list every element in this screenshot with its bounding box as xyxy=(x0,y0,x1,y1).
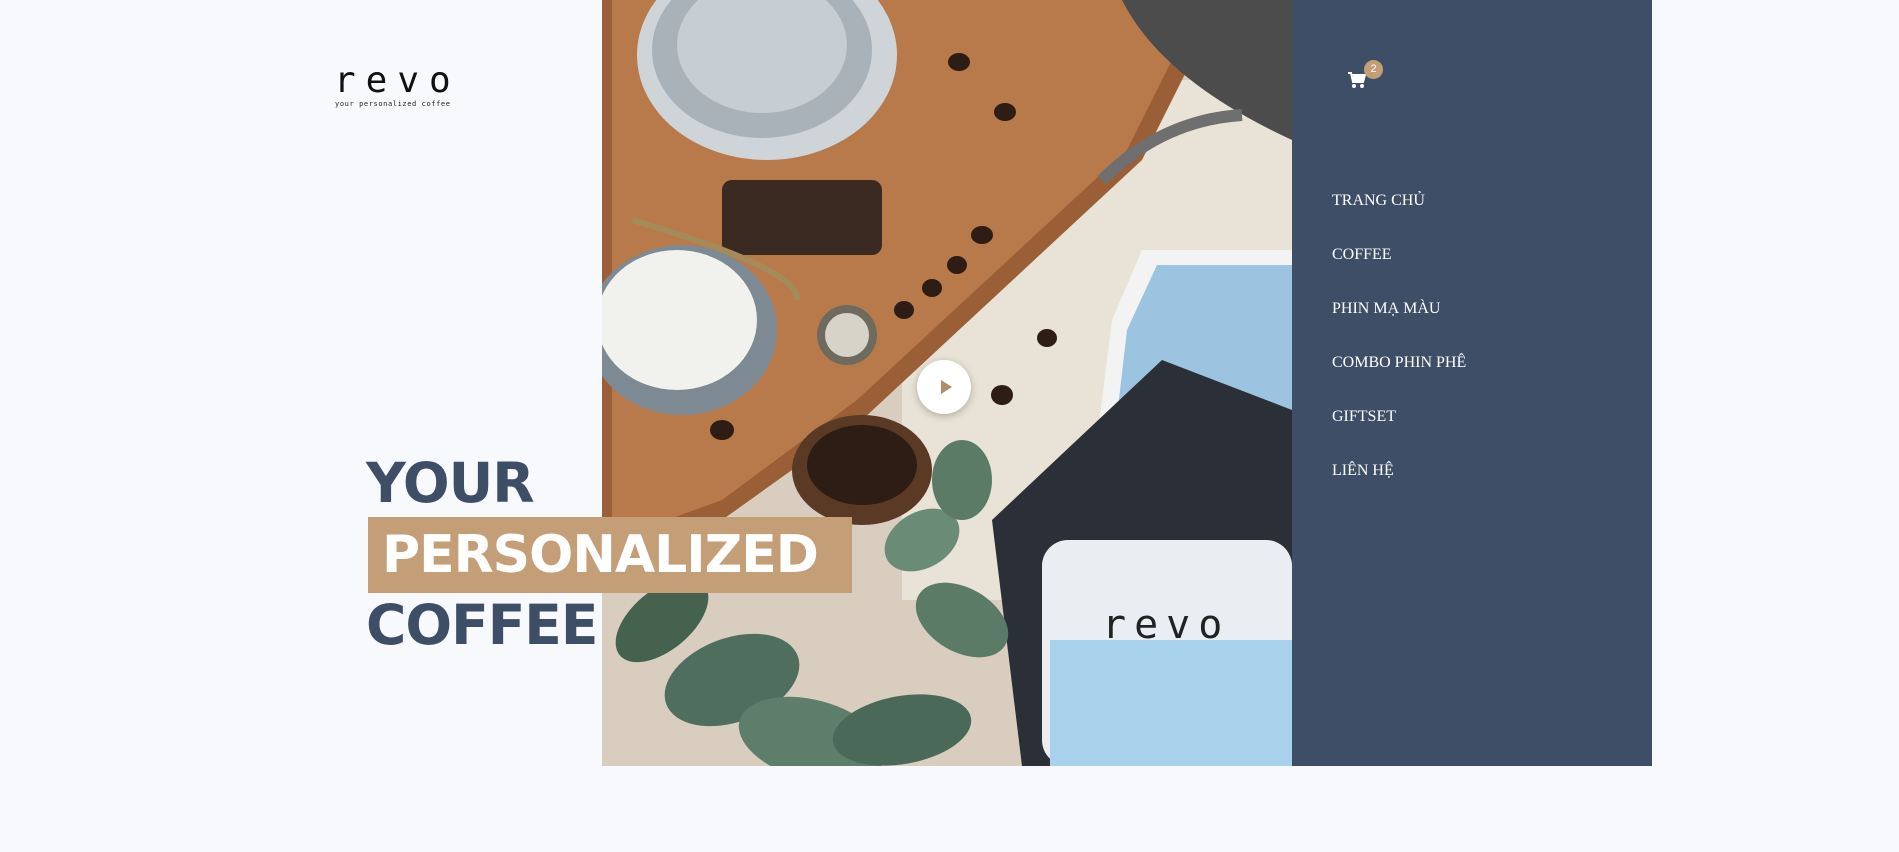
nav-item-giftset[interactable]: GIFTSET xyxy=(1332,406,1466,460)
nav-panel: 2 TRANG CHỦ COFFEE PHIN MẠ MÀU COMBO PHI… xyxy=(1292,0,1652,766)
nav-item-combo-phin-phe[interactable]: COMBO PHIN PHÊ xyxy=(1332,352,1466,406)
play-icon xyxy=(940,380,952,394)
main-nav: TRANG CHỦ COFFEE PHIN MẠ MÀU COMBO PHIN … xyxy=(1332,190,1466,514)
cart-button[interactable]: 2 xyxy=(1348,60,1383,98)
logo-tagline: your personalized coffee xyxy=(335,100,451,108)
nav-item-phin-ma-mau[interactable]: PHIN MẠ MÀU xyxy=(1332,298,1466,352)
headline-line-coffee: COFFEE xyxy=(366,593,598,657)
brand-logo[interactable]: revo your personalized coffee xyxy=(334,62,451,112)
cart-count-badge: 2 xyxy=(1364,60,1383,79)
logo-wordmark: revo xyxy=(334,60,461,101)
nav-item-lien-he[interactable]: LIÊN HỆ xyxy=(1332,460,1466,514)
nav-item-coffee[interactable]: COFFEE xyxy=(1332,244,1466,298)
nav-item-trang-chu[interactable]: TRANG CHỦ xyxy=(1332,190,1466,244)
headline-line-personalized: PERSONALIZED xyxy=(368,517,852,593)
headline-line-your: YOUR xyxy=(366,451,535,515)
cart-icon xyxy=(1348,72,1366,88)
video-play-button[interactable] xyxy=(917,360,971,414)
svg-text:revo: revo xyxy=(1102,602,1230,648)
